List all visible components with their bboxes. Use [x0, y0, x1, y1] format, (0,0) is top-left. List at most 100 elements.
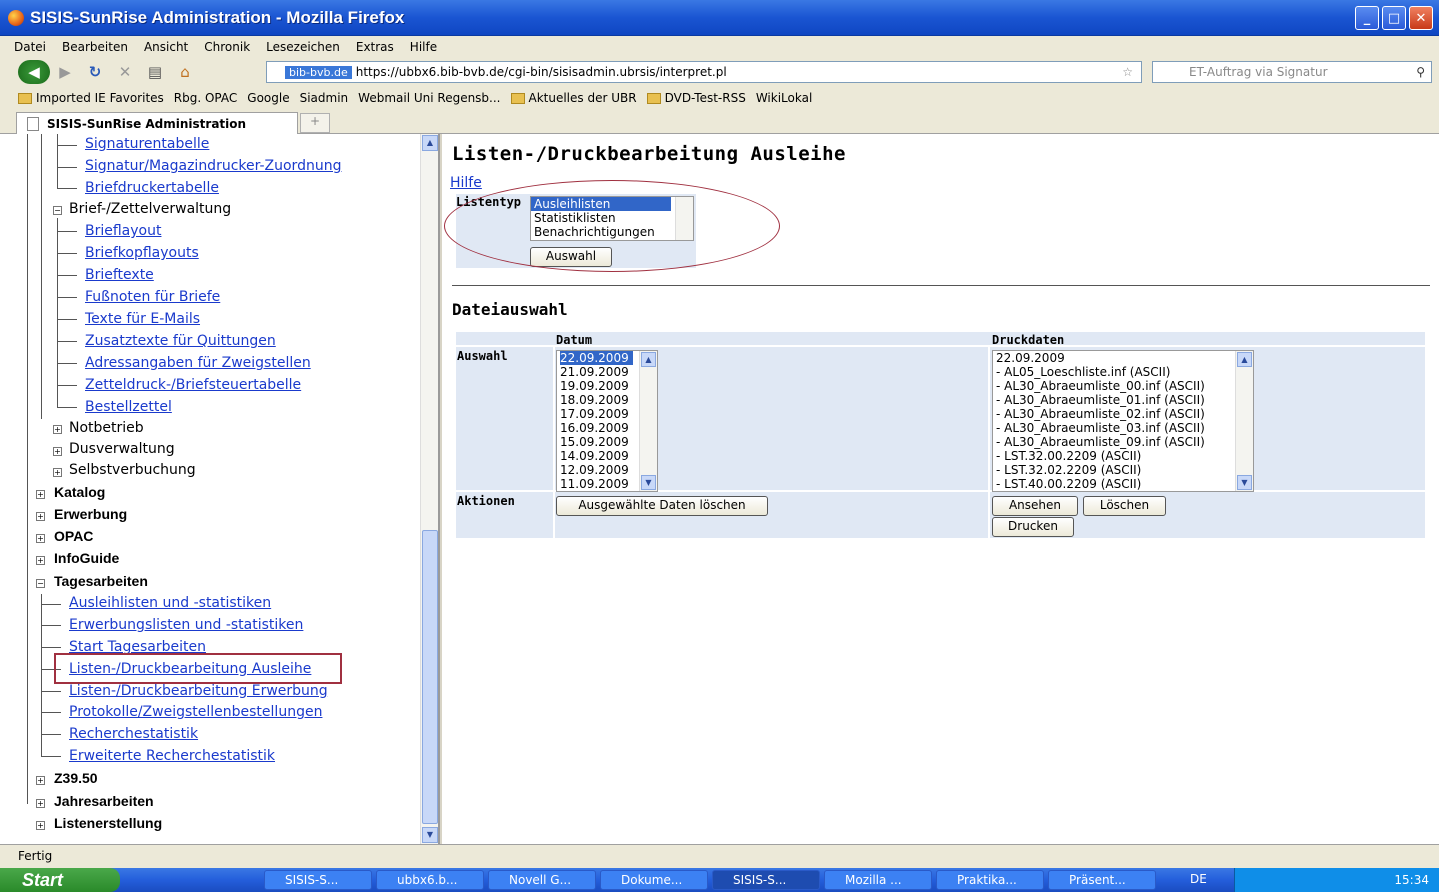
sidebar-scrollbar[interactable]: ▲ ▼	[420, 134, 438, 844]
stop-icon[interactable]: ✕	[110, 60, 140, 84]
star-icon[interactable]: ☆	[1122, 65, 1133, 79]
search-input[interactable]: ET-Auftrag via Signatur ⚲	[1152, 61, 1432, 83]
date-list[interactable]: 22.09.2009 21.09.2009 19.09.2009 18.09.2…	[556, 350, 658, 492]
druckdaten-item[interactable]: - AL30_Abraeumliste_02.inf (ASCII)	[993, 407, 1253, 421]
menu-hilfe[interactable]: Hilfe	[410, 40, 437, 54]
menu-bearbeiten[interactable]: Bearbeiten	[62, 40, 128, 54]
bookmark-item[interactable]: DVD-Test-RSS	[646, 91, 746, 105]
back-button[interactable]: ◀	[18, 60, 50, 84]
bookmark-item[interactable]: Google	[247, 91, 289, 105]
druckdaten-item[interactable]: - AL30_Abraeumliste_09.inf (ASCII)	[993, 435, 1253, 449]
tree-item-texte-emails[interactable]: Texte für E-Mails	[85, 311, 200, 327]
druckdaten-item[interactable]: - LST.40.00.2209 (ASCII)	[993, 477, 1253, 491]
url-bar[interactable]: bib-bvb.de https://ubbx6.bib-bvb.de/cgi-…	[266, 61, 1142, 83]
druckdaten-item[interactable]: 22.09.2009	[993, 351, 1253, 365]
expand-icon[interactable]: +	[53, 425, 62, 434]
tab-sisis[interactable]: SISIS-SunRise Administration	[16, 112, 298, 134]
druckdaten-item[interactable]: - LST.32.02.2209 (ASCII)	[993, 463, 1253, 477]
collapse-icon[interactable]: −	[53, 206, 62, 215]
druckdaten-list[interactable]: 22.09.2009 - AL05_Loeschliste.inf (ASCII…	[992, 350, 1254, 492]
expand-icon[interactable]: +	[36, 776, 45, 785]
tree-item-signaturentabelle[interactable]: Signaturentabelle	[85, 136, 209, 152]
druckdaten-item[interactable]: - AL30_Abraeumliste_00.inf (ASCII)	[993, 379, 1253, 393]
tree-item-erwerbungslisten[interactable]: Erwerbungslisten und -statistiken	[69, 617, 303, 633]
forward-button[interactable]: ▶	[50, 60, 80, 84]
tree-item-zetteldruck[interactable]: Zetteldruck-/Briefsteuertabelle	[85, 377, 301, 393]
expand-icon[interactable]: +	[36, 490, 45, 499]
minimize-button[interactable]: _	[1355, 6, 1379, 30]
druckdaten-item[interactable]: - AL30_Abraeumliste_03.inf (ASCII)	[993, 421, 1253, 435]
help-link[interactable]: Hilfe	[450, 175, 482, 191]
expand-icon[interactable]: +	[36, 799, 45, 808]
task-button[interactable]: Praktika...	[936, 870, 1044, 890]
task-button[interactable]: SISIS-S...	[264, 870, 372, 890]
tree-item-fussnoten[interactable]: Fußnoten für Briefe	[85, 289, 220, 305]
collapse-icon[interactable]: −	[36, 579, 45, 588]
tree-item-druck-erwerbung[interactable]: Listen-/Druckbearbeitung Erwerbung	[69, 683, 328, 699]
tree-item-briefkopflayouts[interactable]: Briefkopflayouts	[85, 245, 199, 261]
bookmark-item[interactable]: Siadmin	[300, 91, 349, 105]
scroll-up-icon[interactable]: ▲	[1237, 352, 1252, 367]
date-list-scrollbar[interactable]: ▲ ▼	[639, 351, 657, 491]
expand-icon[interactable]: +	[53, 468, 62, 477]
tree-item-brieflayout[interactable]: Brieflayout	[85, 223, 161, 239]
tree-item-protokolle[interactable]: Protokolle/Zweigstellenbestellungen	[69, 704, 322, 720]
tree-folder-opac[interactable]: OPAC	[54, 528, 93, 544]
druckdaten-item[interactable]: - AL05_Loeschliste.inf (ASCII)	[993, 365, 1253, 379]
tree-item-zusatztexte[interactable]: Zusatztexte für Quittungen	[85, 333, 276, 349]
tree-item-adressangaben[interactable]: Adressangaben für Zweigstellen	[85, 355, 311, 371]
druckdaten-item[interactable]: - AL30_Abraeumliste_01.inf (ASCII)	[993, 393, 1253, 407]
bookmark-item[interactable]: Aktuelles der UBR	[510, 91, 637, 105]
view-button[interactable]: Ansehen	[992, 496, 1078, 516]
menu-lesezeichen[interactable]: Lesezeichen	[266, 40, 340, 54]
tree-folder-selbstverbuchung[interactable]: Selbstverbuchung	[69, 462, 196, 478]
task-button[interactable]: SISIS-S...	[712, 870, 820, 890]
tree-folder-erwerbung[interactable]: Erwerbung	[54, 506, 127, 522]
tree-folder-z3950[interactable]: Z39.50	[54, 770, 98, 786]
bookmark-item[interactable]: Imported IE Favorites	[18, 91, 164, 105]
search-icon[interactable]: ⚲	[1416, 65, 1425, 79]
task-button[interactable]: Novell G...	[488, 870, 596, 890]
delete-button[interactable]: Löschen	[1083, 496, 1166, 516]
expand-icon[interactable]: +	[36, 512, 45, 521]
scroll-thumb[interactable]	[422, 530, 438, 824]
task-button[interactable]: ubbx6.b...	[376, 870, 484, 890]
tree-item-signatur-magazin[interactable]: Signatur/Magazindrucker-Zuordnung	[85, 158, 341, 174]
tree-item-erweiterte-recherchestatistik[interactable]: Erweiterte Recherchestatistik	[69, 748, 275, 764]
druckdaten-scrollbar[interactable]: ▲ ▼	[1235, 351, 1253, 491]
scroll-up-icon[interactable]: ▲	[641, 352, 656, 367]
bookmark-item[interactable]: WikiLokal	[756, 91, 812, 105]
task-button[interactable]: Präsent...	[1048, 870, 1156, 890]
tree-item-brieftexte[interactable]: Brieftexte	[85, 267, 154, 283]
menu-chronik[interactable]: Chronik	[204, 40, 250, 54]
tree-folder-brief[interactable]: Brief-/Zettelverwaltung	[69, 201, 231, 217]
scroll-up-icon[interactable]: ▲	[422, 135, 438, 151]
language-indicator[interactable]: DE	[1190, 872, 1207, 886]
task-button[interactable]: Dokume...	[600, 870, 708, 890]
task-button[interactable]: Mozilla ...	[824, 870, 932, 890]
tree-item-bestellzettel[interactable]: Bestellzettel	[85, 399, 172, 415]
bookmark-item[interactable]: Rbg. OPAC	[174, 91, 238, 105]
tree-folder-notbetrieb[interactable]: Notbetrieb	[69, 420, 144, 436]
print-icon[interactable]: ▤	[140, 60, 170, 84]
tree-item-recherchestatistik[interactable]: Recherchestatistik	[69, 726, 198, 742]
tree-folder-tagesarbeiten[interactable]: Tagesarbeiten	[54, 573, 148, 589]
tree-folder-dusverwaltung[interactable]: Dusverwaltung	[69, 441, 175, 457]
close-button[interactable]: ✕	[1409, 6, 1433, 30]
menu-datei[interactable]: Datei	[14, 40, 46, 54]
expand-icon[interactable]: +	[36, 821, 45, 830]
home-icon[interactable]: ⌂	[170, 60, 200, 84]
scroll-down-icon[interactable]: ▼	[422, 827, 438, 843]
maximize-button[interactable]: □	[1382, 6, 1406, 30]
druckdaten-item[interactable]: - LST.32.00.2209 (ASCII)	[993, 449, 1253, 463]
print-button[interactable]: Drucken	[992, 517, 1074, 537]
new-tab-button[interactable]: +	[300, 113, 330, 133]
bookmark-item[interactable]: Webmail Uni Regensb...	[358, 91, 500, 105]
expand-icon[interactable]: +	[36, 534, 45, 543]
tree-folder-infoguide[interactable]: InfoGuide	[54, 550, 119, 566]
delete-selected-button[interactable]: Ausgewählte Daten löschen	[556, 496, 768, 516]
scroll-down-icon[interactable]: ▼	[641, 475, 656, 490]
menu-ansicht[interactable]: Ansicht	[144, 40, 188, 54]
tree-folder-jahresarbeiten[interactable]: Jahresarbeiten	[54, 793, 154, 809]
tree-item-briefdruckertabelle[interactable]: Briefdruckertabelle	[85, 180, 219, 196]
